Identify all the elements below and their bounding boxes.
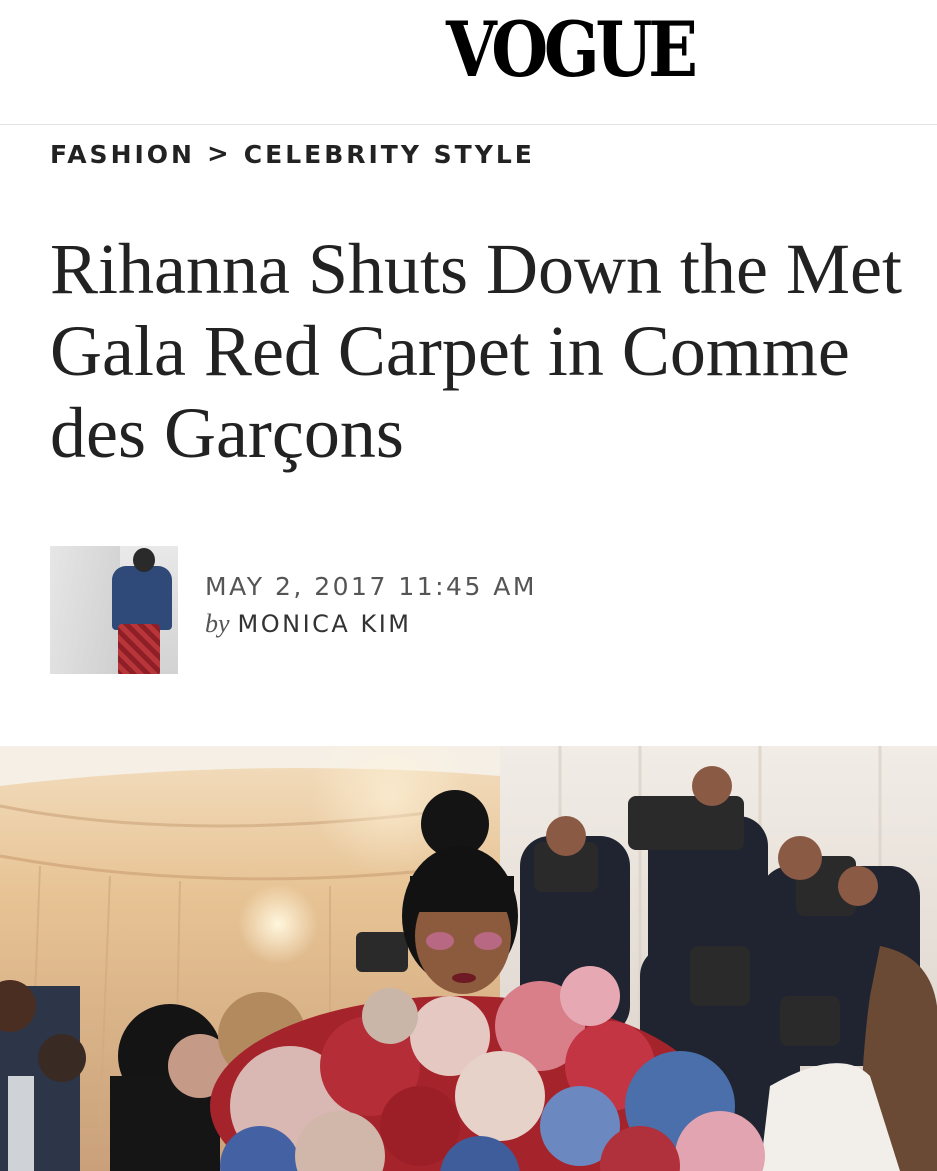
by-label: by (205, 609, 230, 638)
site-header: VOGUE (0, 0, 937, 125)
author-link[interactable]: MONICA KIM (238, 610, 412, 638)
hero-photo (0, 746, 937, 1171)
breadcrumb-celebrity-style-link[interactable]: CELEBRITY STYLE (244, 140, 535, 169)
author-avatar[interactable] (50, 546, 178, 674)
vogue-logo[interactable]: VOGUE (446, 8, 698, 92)
author-line: by MONICA KIM (205, 609, 537, 639)
article-meta: MAY 2, 2017 11:45 AM by MONICA KIM (205, 572, 537, 639)
breadcrumb-fashion-link[interactable]: FASHION (50, 140, 195, 169)
hero-illustration (0, 746, 937, 1171)
article-headline: Rihanna Shuts Down the Met Gala Red Carp… (50, 229, 902, 473)
breadcrumb: FASHION > CELEBRITY STYLE (50, 139, 535, 169)
chevron-right-icon: > (206, 139, 232, 169)
publish-date: MAY 2, 2017 11:45 AM (205, 572, 537, 601)
